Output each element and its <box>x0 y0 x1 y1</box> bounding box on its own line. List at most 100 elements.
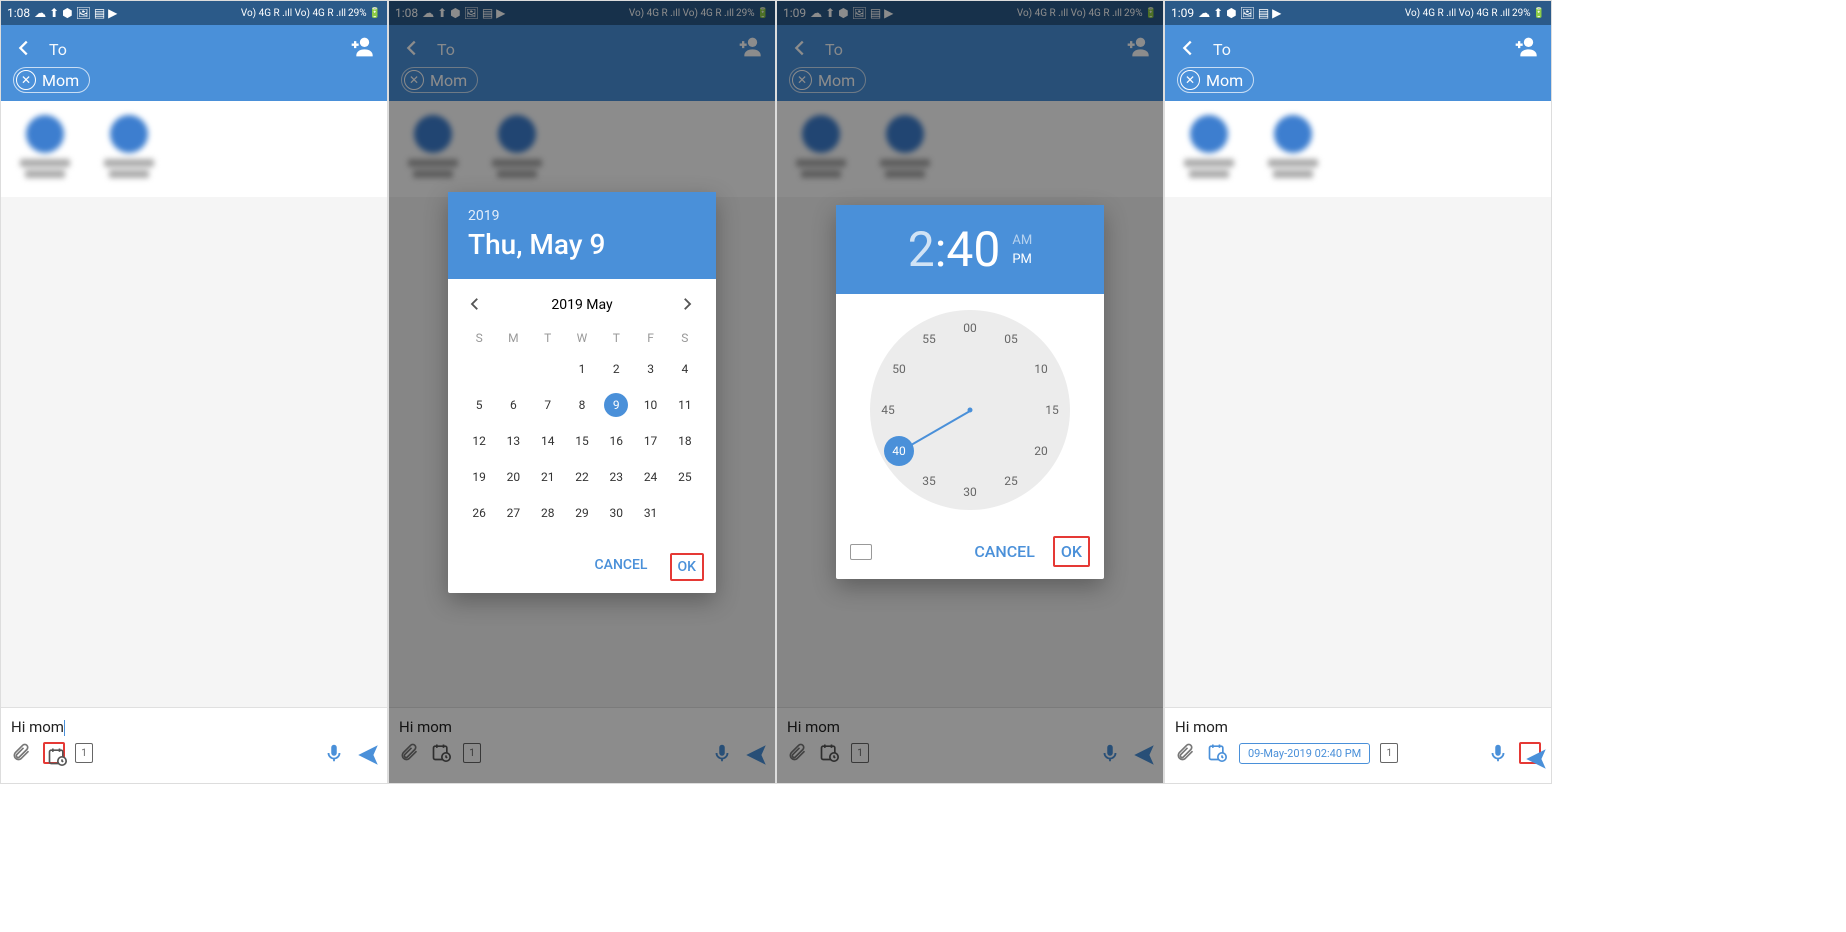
clock-tick[interactable]: 30 <box>960 485 980 499</box>
calendar-day[interactable]: 12 <box>467 429 491 453</box>
clock-tick[interactable]: 25 <box>1001 474 1021 488</box>
calendar-day[interactable]: 9 <box>604 393 628 417</box>
calendar-day[interactable]: 30 <box>604 501 628 525</box>
calendar-day[interactable]: 2 <box>604 357 628 381</box>
time-header: 2:40 AMPM <box>836 205 1104 294</box>
remove-chip-icon[interactable]: ✕ <box>16 70 36 90</box>
recipient-chip[interactable]: ✕Mom <box>1177 67 1254 93</box>
calendar-day[interactable]: 21 <box>536 465 560 489</box>
contact-suggestion[interactable] <box>99 115 159 183</box>
ok-button[interactable]: OK <box>1053 536 1090 567</box>
mic-icon[interactable] <box>323 742 345 764</box>
ok-button[interactable]: OK <box>670 553 705 581</box>
status-icons: ☁ ⬆ ⬢ 🖼 ▤ ▶ <box>34 6 117 20</box>
calendar-day[interactable]: 8 <box>570 393 594 417</box>
calendar-day[interactable]: 22 <box>570 465 594 489</box>
battery-text: 29% <box>1512 8 1531 19</box>
cancel-button[interactable]: CANCEL <box>968 538 1041 565</box>
composer: Hi mom 09-May-2019 02:40 PM 1 <box>1165 707 1551 783</box>
calendar-day[interactable]: 5 <box>467 393 491 417</box>
send-icon[interactable] <box>1519 742 1541 764</box>
minute-value[interactable]: 40 <box>946 221 1000 278</box>
status-bar: 1:09☁ ⬆ ⬢ 🖼 ▤ ▶ Vo) 4G R .ıll Vo) 4G R .… <box>1165 1 1551 25</box>
calendar-day[interactable]: 3 <box>639 357 663 381</box>
prev-month-icon[interactable] <box>466 295 486 315</box>
next-month-icon[interactable] <box>678 295 698 315</box>
screen-1: 1:08 ☁ ⬆ ⬢ 🖼 ▤ ▶ Vo) 4G R .ıll Vo) 4G R … <box>0 0 388 784</box>
add-contact-icon[interactable] <box>347 33 375 61</box>
modal-overlay[interactable]: 2:40 AMPM 000510152025303545505540 CANCE… <box>777 1 1163 783</box>
cancel-button[interactable]: CANCEL <box>589 553 654 581</box>
dow-label: T <box>531 331 565 345</box>
calendar-day[interactable]: 17 <box>639 429 663 453</box>
calendar-day[interactable]: 14 <box>536 429 560 453</box>
message-input[interactable]: Hi mom <box>1175 714 1541 742</box>
month-label: 2019 May <box>551 297 612 313</box>
calendar-day[interactable]: 28 <box>536 501 560 525</box>
sim-icon[interactable]: 1 <box>1380 743 1398 763</box>
attach-icon[interactable] <box>11 742 33 764</box>
composer: Hi mom 1 <box>1 707 387 783</box>
clock-tick[interactable]: 00 <box>960 321 980 335</box>
date-headline: Thu, May 9 <box>468 228 696 261</box>
calendar-day[interactable]: 26 <box>467 501 491 525</box>
scheduled-time-pill[interactable]: 09-May-2019 02:40 PM <box>1239 743 1370 764</box>
contact-suggestion[interactable] <box>1179 115 1239 183</box>
calendar-day[interactable]: 18 <box>673 429 697 453</box>
pm-toggle[interactable]: PM <box>1012 252 1032 267</box>
add-contact-icon[interactable] <box>1511 33 1539 61</box>
contact-suggestions <box>1165 101 1551 197</box>
calendar-day[interactable]: 29 <box>570 501 594 525</box>
recipient-chip[interactable]: ✕ Mom <box>13 67 90 93</box>
clock-tick[interactable]: 50 <box>889 362 909 376</box>
dow-label: M <box>496 331 530 345</box>
battery-icon: 🔋 <box>1533 8 1545 19</box>
clock-tick[interactable]: 05 <box>1001 332 1021 346</box>
attach-icon[interactable] <box>1175 742 1197 764</box>
calendar-day[interactable]: 1 <box>570 357 594 381</box>
clock-face[interactable]: 00 05 10 15 20 25 30 35 45 50 55 40 <box>870 310 1070 510</box>
clock-tick[interactable]: 35 <box>919 474 939 488</box>
remove-chip-icon[interactable]: ✕ <box>1180 70 1200 90</box>
calendar-day[interactable]: 24 <box>639 465 663 489</box>
calendar-day[interactable]: 27 <box>501 501 525 525</box>
calendar-day[interactable]: 6 <box>501 393 525 417</box>
back-icon[interactable] <box>1177 37 1201 61</box>
message-input[interactable]: Hi mom <box>11 714 377 742</box>
contact-suggestion[interactable] <box>1263 115 1323 183</box>
status-bar: 1:08 ☁ ⬆ ⬢ 🖼 ▤ ▶ Vo) 4G R .ıll Vo) 4G R … <box>1 1 387 25</box>
calendar-day[interactable]: 7 <box>536 393 560 417</box>
am-toggle[interactable]: AM <box>1012 233 1032 248</box>
clock-tick[interactable]: 45 <box>878 403 898 417</box>
app-header: To ✕Mom <box>1165 25 1551 101</box>
keyboard-input-icon[interactable] <box>850 544 872 560</box>
mic-icon[interactable] <box>1487 742 1509 764</box>
modal-overlay[interactable]: 2019 Thu, May 9 2019 May SMTWTFS12345678… <box>389 1 775 783</box>
date-year[interactable]: 2019 <box>468 208 696 224</box>
schedule-icon[interactable] <box>43 742 65 764</box>
calendar-day[interactable]: 16 <box>604 429 628 453</box>
clock-tick[interactable]: 10 <box>1031 362 1051 376</box>
calendar-day[interactable]: 10 <box>639 393 663 417</box>
clock-tick[interactable]: 20 <box>1031 444 1051 458</box>
calendar-day[interactable]: 11 <box>673 393 697 417</box>
schedule-icon[interactable] <box>1207 742 1229 764</box>
calendar-day[interactable]: 13 <box>501 429 525 453</box>
signal-icons: Vo) 4G R .ıll Vo) 4G R .ıll <box>1405 8 1510 19</box>
calendar-day[interactable]: 31 <box>639 501 663 525</box>
calendar-day[interactable]: 20 <box>501 465 525 489</box>
contact-suggestion[interactable] <box>15 115 75 183</box>
clock-tick[interactable]: 15 <box>1042 403 1062 417</box>
calendar-day[interactable]: 4 <box>673 357 697 381</box>
calendar-day[interactable]: 25 <box>673 465 697 489</box>
calendar-day[interactable]: 23 <box>604 465 628 489</box>
calendar-day[interactable]: 19 <box>467 465 491 489</box>
clock-tick[interactable]: 55 <box>919 332 939 346</box>
send-icon[interactable] <box>355 742 377 764</box>
hour-value[interactable]: 2 <box>908 221 935 278</box>
selected-minute[interactable]: 40 <box>884 436 914 466</box>
dow-label: W <box>565 331 599 345</box>
back-icon[interactable] <box>13 37 37 61</box>
sim-icon[interactable]: 1 <box>75 743 93 763</box>
calendar-day[interactable]: 15 <box>570 429 594 453</box>
